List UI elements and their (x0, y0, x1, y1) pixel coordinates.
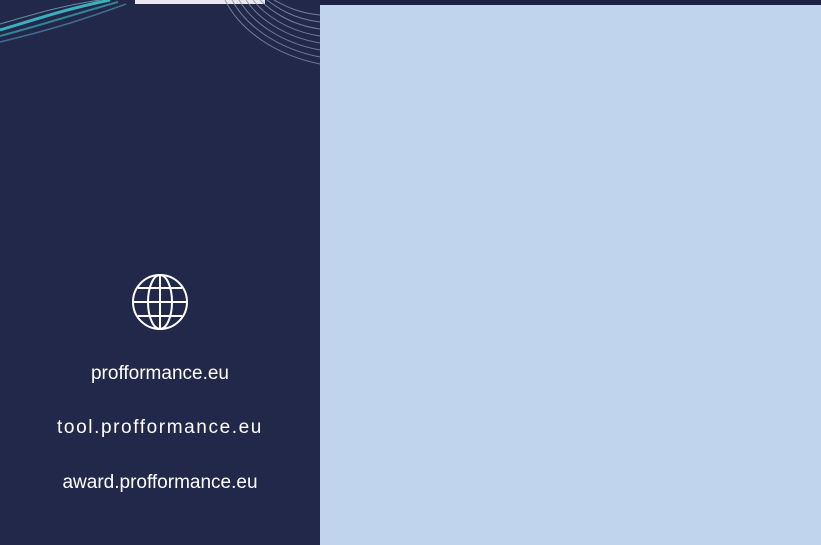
contact-panel: profformance.eu tool.profformance.eu awa… (0, 0, 320, 545)
link-tool-profformance[interactable]: tool.profformance.eu (0, 416, 320, 440)
globe-icon (132, 274, 188, 330)
link-profformance[interactable]: profformance.eu (0, 362, 320, 386)
link-award-profformance[interactable]: award.profformance.eu (0, 471, 320, 495)
slide-page: profformance.eu tool.profformance.eu awa… (0, 0, 821, 545)
content-area (320, 5, 821, 545)
decorative-waves (0, 0, 320, 65)
